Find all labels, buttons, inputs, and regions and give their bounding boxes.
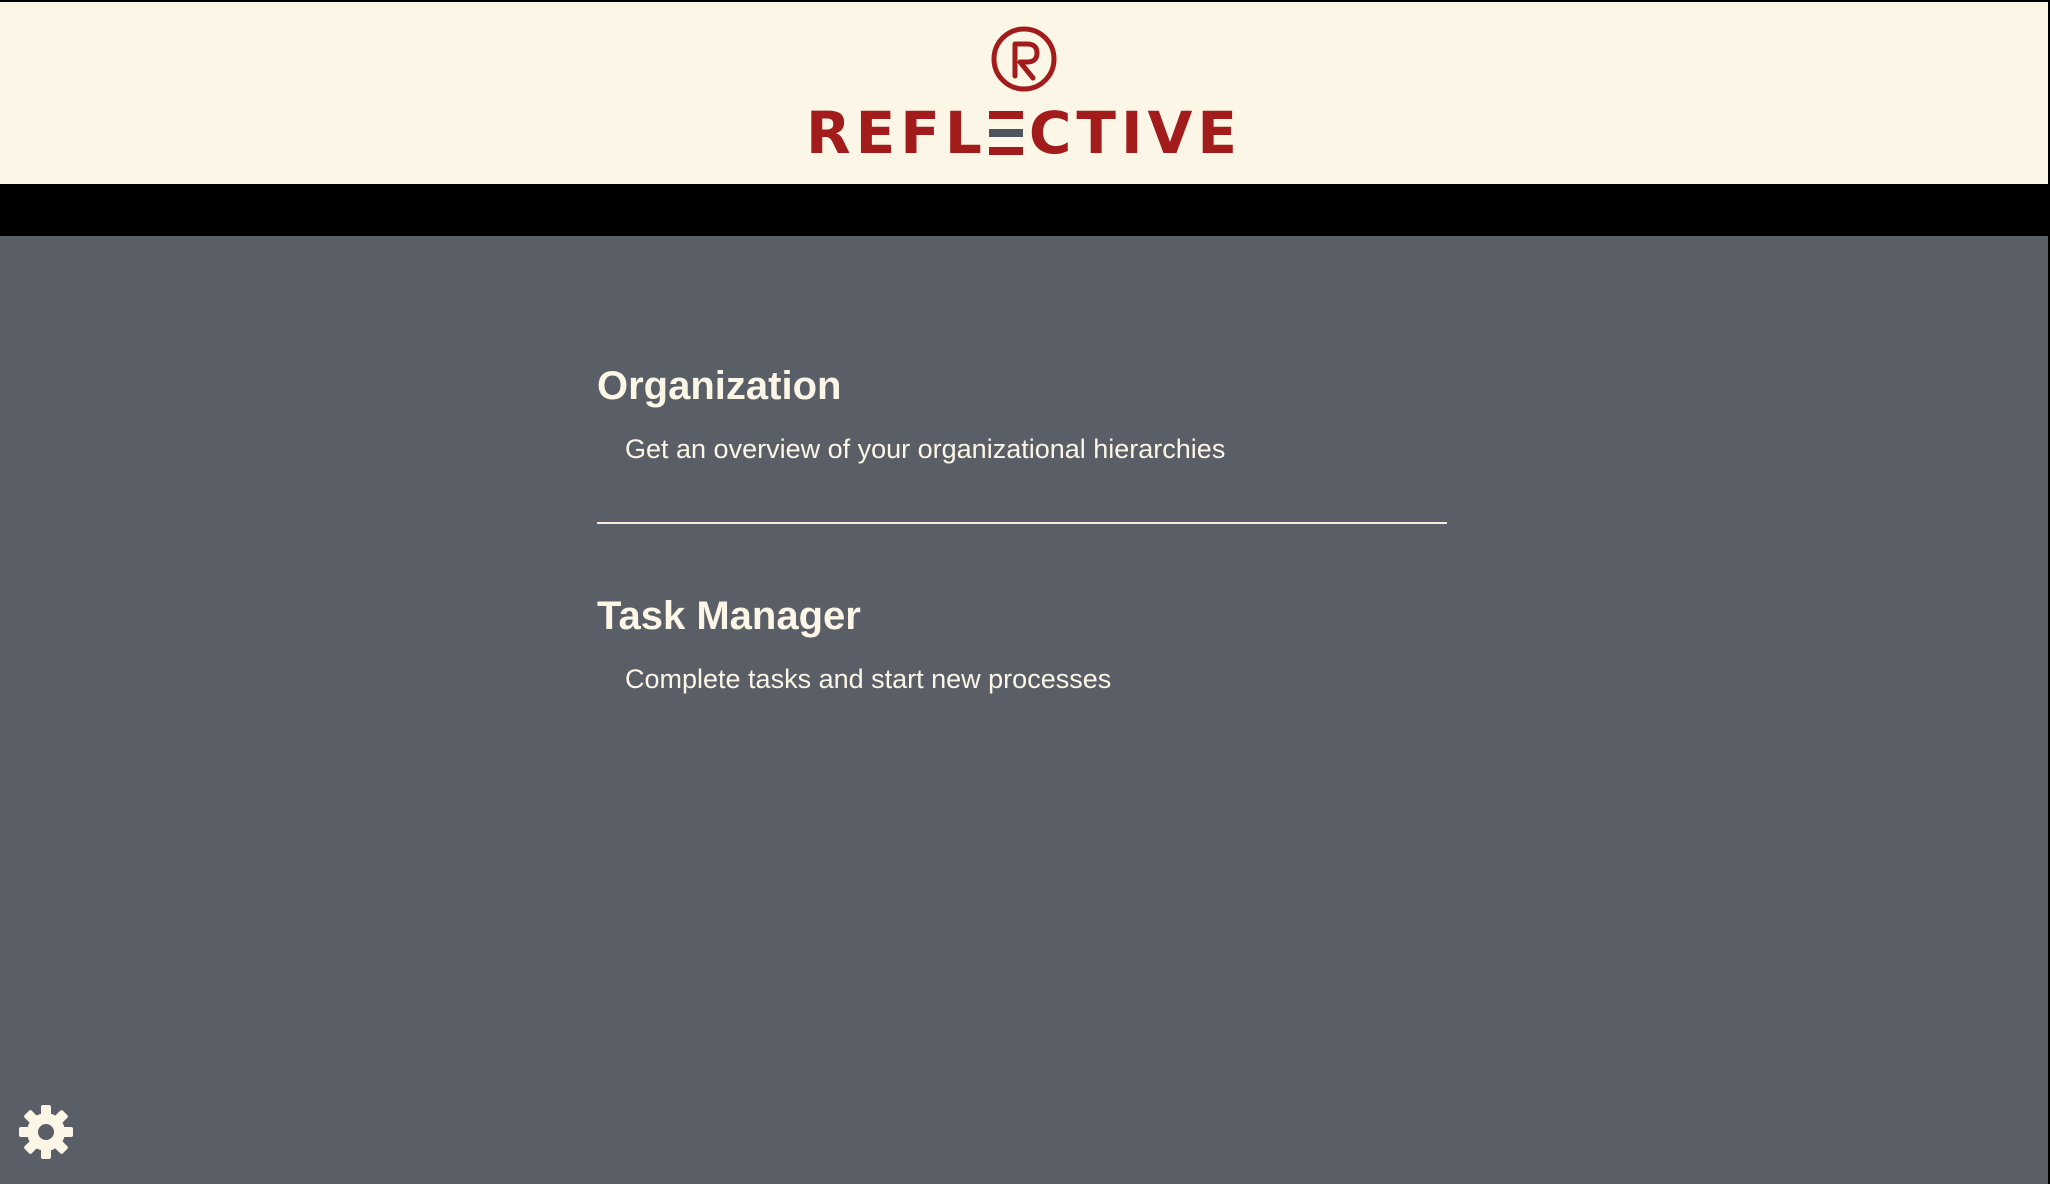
main-content: Organization Get an overview of your org… (597, 362, 1447, 697)
logo-text-start: REFL (805, 99, 987, 167)
section-divider (597, 522, 1447, 525)
header: R REFL CTIVE (0, 2, 2048, 184)
logo[interactable]: R REFL CTIVE (806, 24, 1242, 162)
section-title-organization[interactable]: Organization (597, 362, 1447, 410)
section-title-task-manager[interactable]: Task Manager (597, 592, 1447, 640)
logo-text-end: CTIVE (1028, 99, 1243, 167)
gear-icon (16, 1102, 76, 1162)
section-organization[interactable]: Organization Get an overview of your org… (597, 362, 1447, 467)
section-task-manager[interactable]: Task Manager Complete tasks and start ne… (597, 592, 1447, 697)
navigation-bar (0, 184, 2048, 236)
section-description-organization: Get an overview of your organizational h… (625, 434, 1226, 464)
section-description-task-manager: Complete tasks and start new processes (625, 664, 1112, 695)
app-window: R REFL CTIVE Organization Get an overvie… (0, 0, 2050, 1184)
logo-e-bars (988, 111, 1023, 155)
logo-wordmark: REFL CTIVE (806, 104, 1242, 162)
logo-mark-icon: R (989, 24, 1059, 94)
settings-button[interactable] (16, 1102, 76, 1162)
